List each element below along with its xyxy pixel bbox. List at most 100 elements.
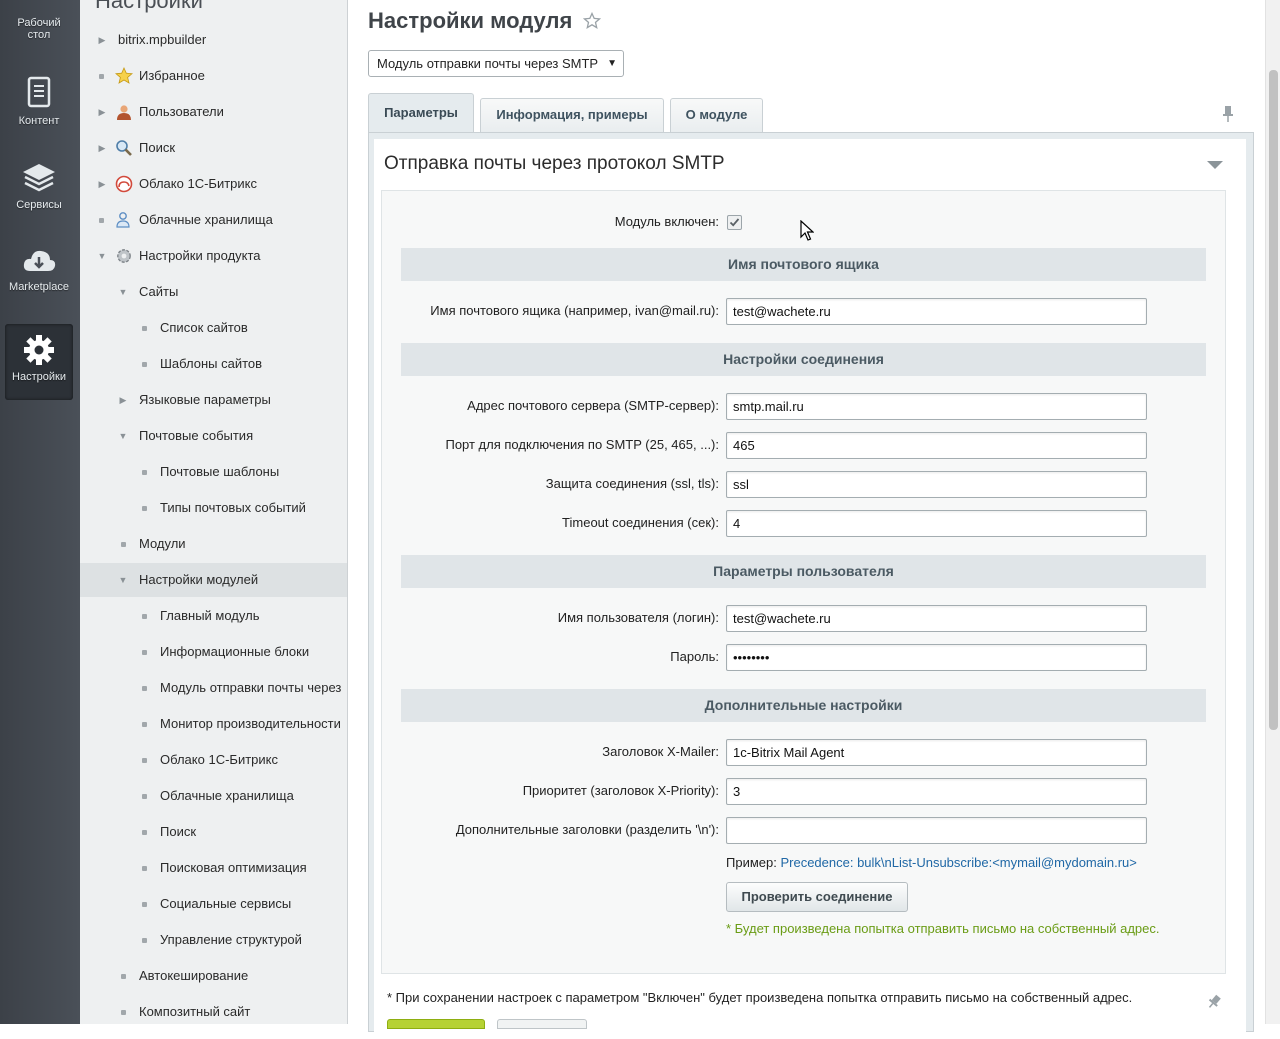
xmailer-label: Заголовок X-Mailer:	[602, 744, 719, 759]
arrow-right-icon[interactable]: ▶	[117, 383, 129, 417]
pin-icon[interactable]	[1207, 994, 1221, 1010]
mouse-cursor-icon	[800, 220, 814, 241]
arrow-down-icon[interactable]: ▼	[117, 563, 129, 597]
group-connection: Настройки соединения	[401, 343, 1206, 376]
menu-item-search[interactable]: ▶ Поиск	[80, 131, 347, 165]
leftbar-item-content[interactable]: Контент	[5, 76, 73, 152]
cancel-button[interactable]	[497, 1019, 587, 1029]
menu-item-site-list[interactable]: Список сайтов	[80, 311, 347, 345]
bullet-icon	[142, 362, 147, 367]
leftbar-item-desktop[interactable]: Рабочий стол	[5, 0, 73, 62]
menu-item-product-settings[interactable]: ▼ Настройки продукта	[80, 239, 347, 273]
menu-item-module-settings[interactable]: ▼ Настройки модулей	[80, 563, 347, 597]
menu-item-iblocks[interactable]: Информационные блоки	[80, 635, 347, 669]
server-label: Адрес почтового сервера (SMTP-сервер):	[467, 398, 719, 413]
server-input[interactable]: smtp.mail.ru	[726, 393, 1147, 420]
bullet-icon	[142, 902, 147, 907]
menu-item-sites[interactable]: ▼ Сайты	[80, 275, 347, 309]
favorite-star-icon[interactable]	[583, 12, 601, 30]
menu-item-site-templates[interactable]: Шаблоны сайтов	[80, 347, 347, 381]
bullet-icon	[142, 758, 147, 763]
xmailer-input[interactable]: 1c-Bitrix Mail Agent	[726, 739, 1147, 766]
leftbar-item-marketplace[interactable]: Marketplace	[5, 246, 73, 322]
password-label: Пароль:	[670, 649, 719, 664]
menu-item-search-2[interactable]: Поиск	[80, 815, 347, 849]
arrow-down-icon[interactable]: ▼	[117, 275, 129, 309]
bullet-icon	[99, 218, 104, 223]
login-label: Имя пользователя (логин):	[557, 610, 719, 625]
menu-item-perfmon[interactable]: Монитор производительности	[80, 707, 347, 741]
menu-item-users[interactable]: ▶ Пользователи	[80, 95, 347, 129]
menu-item-social[interactable]: Социальные сервисы	[80, 887, 347, 921]
collapse-arrow-icon[interactable]	[1207, 160, 1223, 170]
menu-item-composite[interactable]: Композитный сайт	[80, 995, 347, 1024]
headers-label: Дополнительные заголовки (разделить '\n'…	[455, 822, 719, 837]
dropdown-caret-icon: ▼	[607, 58, 617, 69]
port-input[interactable]: 465	[726, 432, 1147, 459]
save-button[interactable]	[387, 1019, 485, 1029]
bullet-icon	[142, 470, 147, 475]
arrow-right-icon[interactable]: ▶	[96, 131, 108, 165]
menu-item-favorites[interactable]: Избранное	[80, 59, 347, 93]
mailbox-input[interactable]: test@wachete.ru	[726, 298, 1147, 325]
headers-input[interactable]	[726, 817, 1147, 844]
star-icon	[115, 67, 133, 84]
bullet-icon	[142, 506, 147, 511]
pin-icon[interactable]	[1221, 105, 1235, 123]
module-select[interactable]: Модуль отправки почты через SMTP ▼	[368, 50, 624, 77]
security-input[interactable]: ssl	[726, 471, 1147, 498]
enabled-checkbox[interactable]	[727, 215, 742, 230]
scrollbar-thumb[interactable]	[1269, 70, 1278, 730]
group-extra: Дополнительные настройки	[401, 689, 1206, 722]
layers-icon	[23, 164, 55, 192]
example-value: Precedence: bulk\nList-Unsubscribe:<myma…	[780, 855, 1137, 870]
bullet-icon	[142, 650, 147, 655]
menu-item-cloud-storage-2[interactable]: Облачные хранилища	[80, 779, 347, 813]
leftbar-item-settings[interactable]: Настройки	[5, 324, 73, 400]
menu-item-modules[interactable]: Модули	[80, 527, 347, 561]
menu-item-smtp-module[interactable]: Модуль отправки почты через	[80, 671, 347, 705]
menu-item-mail-event-types[interactable]: Типы почтовых событий	[80, 491, 347, 525]
left-icon-panel: Рабочий стол Контент Сервисы Marketplace…	[0, 0, 80, 1024]
leftbar-label: Marketplace	[9, 281, 69, 293]
user-icon	[117, 105, 131, 120]
menu-item-language[interactable]: ▶ Языковые параметры	[80, 383, 347, 417]
checkmark-icon	[729, 218, 740, 227]
arrow-down-icon[interactable]: ▼	[96, 239, 108, 273]
tab-info-examples[interactable]: Информация, примеры	[480, 98, 664, 132]
menu-item-bitrix-cloud-2[interactable]: Облако 1С-Битрикс	[80, 743, 347, 777]
leftbar-item-services[interactable]: Сервисы	[5, 162, 73, 238]
timeout-input[interactable]: 4	[726, 510, 1147, 537]
arrow-right-icon[interactable]: ▶	[96, 95, 108, 129]
bullet-icon	[142, 686, 147, 691]
arrow-down-icon[interactable]: ▼	[117, 419, 129, 453]
arrow-right-icon[interactable]: ▶	[96, 167, 108, 201]
menu-item-cloud-storage[interactable]: Облачные хранилища	[80, 203, 347, 237]
arrow-right-icon[interactable]: ▶	[96, 23, 108, 57]
login-input[interactable]: test@wachete.ru	[726, 605, 1147, 632]
password-input[interactable]: ••••••••	[726, 644, 1147, 671]
menu-item-mail-events[interactable]: ▼ Почтовые события	[80, 419, 347, 453]
leftbar-label: Контент	[18, 115, 60, 127]
bullet-icon	[142, 866, 147, 871]
menu-item-autocache[interactable]: Автокеширование	[80, 959, 347, 993]
priority-input[interactable]: 3	[726, 778, 1147, 805]
bullet-icon	[142, 722, 147, 727]
menu-item-mpbuilder[interactable]: ▶ bitrix.mpbuilder	[80, 23, 347, 57]
menu-item-bitrix-cloud[interactable]: ▶ Облако 1С-Битрикс	[80, 167, 347, 201]
settings-icon	[117, 249, 131, 263]
tab-about-module[interactable]: О модуле	[670, 98, 763, 132]
settings-menu: Настройки ▶ bitrix.mpbuilder Избранное ▶ …	[80, 0, 348, 1024]
magnifier-icon	[116, 140, 132, 156]
page-scrollbar[interactable]	[1265, 0, 1280, 1024]
cloud-download-icon	[23, 250, 56, 271]
check-connection-button[interactable]: Проверить соединение	[726, 882, 908, 912]
menu-item-mail-templates[interactable]: Почтовые шаблоны	[80, 455, 347, 489]
menu-item-structure[interactable]: Управление структурой	[80, 923, 347, 957]
menu-item-seo[interactable]: Поисковая оптимизация	[80, 851, 347, 885]
menu-item-main-module[interactable]: Главный модуль	[80, 599, 347, 633]
tab-parameters[interactable]: Параметры	[368, 93, 474, 132]
footer-note: * При сохранении настроек с параметром "…	[387, 990, 1133, 1005]
group-mailbox: Имя почтового ящика	[401, 248, 1206, 281]
bullet-icon	[121, 1010, 126, 1015]
